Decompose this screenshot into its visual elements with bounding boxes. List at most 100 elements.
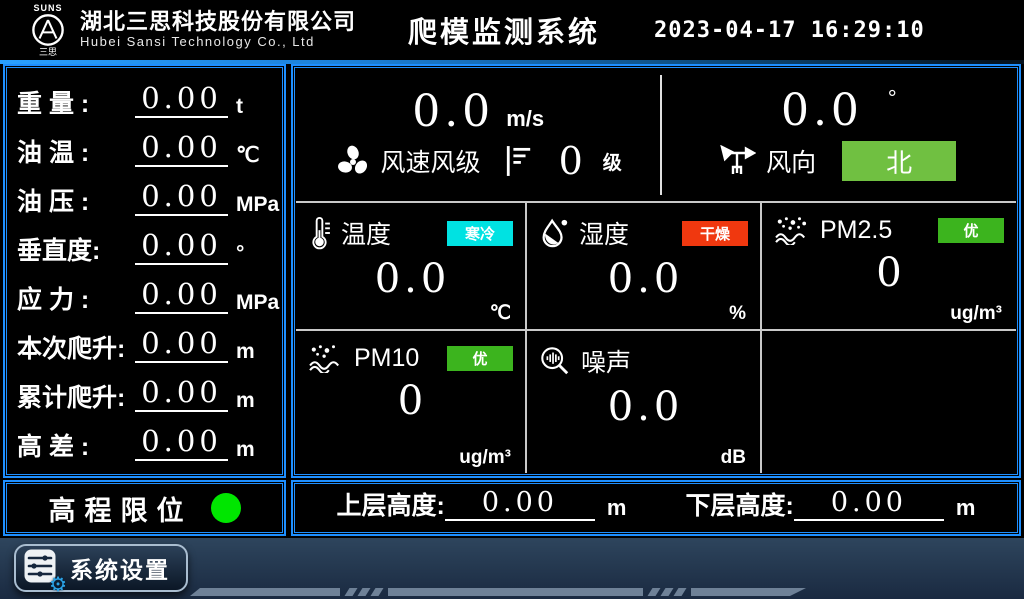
measurement-unit: m xyxy=(228,438,274,461)
pm25-cell: PM2.5 优 0 ug/m³ xyxy=(762,203,1016,331)
wind-section: 0.0 m/s 风速风级 xyxy=(296,69,1016,203)
elevation-limit-status-light xyxy=(211,493,241,523)
sensor-value: 0.0 xyxy=(539,259,752,299)
measurement-row-weight: 重 量 : 0.00 t xyxy=(17,74,274,123)
measurement-value: 0.00 xyxy=(135,329,228,363)
humidity-status-badge: 干燥 xyxy=(682,221,748,246)
measurement-unit: ℃ xyxy=(228,144,274,167)
upper-height-group: 上层高度: 0.00 m xyxy=(307,489,656,528)
lower-height-group: 下层高度: 0.00 m xyxy=(656,489,1005,528)
measurement-row-stress: 应 力 : 0.00 MPa xyxy=(17,270,274,319)
sensor-value: 0.0 xyxy=(539,387,752,427)
measurement-value: 0.00 xyxy=(135,84,228,118)
measurement-unit: t xyxy=(228,95,274,118)
system-settings-label: 系统设置 xyxy=(70,551,170,585)
measurement-unit: MPa xyxy=(228,291,274,314)
measurement-value: 0.00 xyxy=(135,378,228,412)
sensor-label: PM2.5 xyxy=(820,216,892,245)
measurement-label: 油 温 : xyxy=(17,140,135,168)
sensor-label: 温度 xyxy=(341,215,391,251)
wind-speed-label: 风速风级 xyxy=(381,143,481,179)
sensor-unit: ug/m³ xyxy=(459,447,511,469)
company-name-cn: 湖北三思科技股份有限公司 xyxy=(80,10,356,34)
measurement-label: 应 力 : xyxy=(17,287,135,315)
noise-icon xyxy=(539,345,571,377)
elevation-limit-label: 高程限位 xyxy=(49,489,193,528)
company-logo: SUNS 三思 xyxy=(24,4,72,57)
sensor-unit: ℃ xyxy=(490,302,511,325)
company-name-block: 湖北三思科技股份有限公司 Hubei Sansi Technology Co.,… xyxy=(80,10,356,50)
lower-height-unit: m xyxy=(956,496,976,520)
gear-icon: ⚙ xyxy=(49,574,67,594)
sensor-unit: % xyxy=(729,303,746,325)
fan-icon xyxy=(335,143,371,179)
lower-height-label: 下层高度: xyxy=(686,493,794,521)
measurement-label: 累计爬升: xyxy=(17,385,135,413)
sensor-value: 0.0 xyxy=(308,259,517,299)
dust-icon xyxy=(308,343,344,373)
lower-height-value: 0.00 xyxy=(794,489,944,521)
measurement-value: 0.00 xyxy=(135,427,228,461)
logo-bottom-text: 三思 xyxy=(39,48,57,57)
wind-speed-unit: m/s xyxy=(506,106,544,132)
measurement-row-height-diff: 高 差 : 0.00 m xyxy=(17,417,274,466)
measurement-row-verticality: 垂直度: 0.00 ° xyxy=(17,221,274,270)
wind-direction-button[interactable]: 北 xyxy=(842,141,956,181)
sensor-value: 0 xyxy=(308,381,517,421)
wind-level-unit: 级 xyxy=(603,148,622,175)
suns-circle-logo-icon xyxy=(31,13,65,47)
measurement-unit: MPa xyxy=(228,193,274,216)
wind-level-icon xyxy=(505,144,533,178)
sensor-grid: 温度 寒冷 0.0 ℃ 湿度 干燥 xyxy=(296,203,1016,473)
bottom-row: 高程限位 上层高度: 0.00 m 下层高度: 0.00 m xyxy=(3,480,1021,536)
measurement-label: 油 压 : xyxy=(17,189,135,217)
water-drop-icon xyxy=(539,217,569,249)
wind-level-value: 0 xyxy=(559,142,583,180)
pm10-cell: PM10 优 0 ug/m³ xyxy=(296,331,527,473)
measurement-value: 0.00 xyxy=(135,231,228,265)
measurement-row-total-climb: 累计爬升: 0.00 m xyxy=(17,368,274,417)
levels-height-box: 上层高度: 0.00 m 下层高度: 0.00 m xyxy=(291,480,1021,536)
sliders-gear-icon: ⚙ xyxy=(24,549,60,587)
elevation-limit-box: 高程限位 xyxy=(3,480,286,536)
measurements-panel: 重 量 : 0.00 t 油 温 : 0.00 ℃ 油 压 : 0.00 MPa… xyxy=(3,64,286,478)
sensor-unit: dB xyxy=(721,447,746,469)
sensor-value: 0 xyxy=(774,253,1008,293)
sensor-label: 湿度 xyxy=(579,215,629,251)
measurement-label: 高 差 : xyxy=(17,434,135,462)
measurement-unit: m xyxy=(228,340,274,363)
wind-speed-block: 0.0 m/s 风速风级 xyxy=(296,69,660,201)
measurement-row-oil-temp: 油 温 : 0.00 ℃ xyxy=(17,123,274,172)
upper-height-unit: m xyxy=(607,496,627,520)
pm10-status-badge: 优 xyxy=(447,346,513,371)
measurement-label: 本次爬升: xyxy=(17,336,135,364)
sensor-label: PM10 xyxy=(354,344,419,373)
wind-section-divider xyxy=(660,75,662,195)
measurement-value: 0.00 xyxy=(135,133,228,167)
upper-height-value: 0.00 xyxy=(445,489,595,521)
sensor-unit: ug/m³ xyxy=(950,303,1002,325)
wind-speed-value: 0.0 xyxy=(412,90,494,134)
header: SUNS 三思 湖北三思科技股份有限公司 Hubei Sansi Technol… xyxy=(0,0,1024,60)
footer-decoration-stripe xyxy=(190,588,806,596)
measurement-value: 0.00 xyxy=(135,280,228,314)
measurement-value: 0.00 xyxy=(135,182,228,216)
empty-cell xyxy=(762,331,1016,473)
wind-vane-icon xyxy=(720,145,756,177)
datetime-display: 2023-04-17 16:29:10 xyxy=(654,18,925,43)
system-settings-button[interactable]: ⚙ 系统设置 xyxy=(14,544,188,592)
thermometer-icon xyxy=(308,216,331,250)
company-name-en: Hubei Sansi Technology Co., Ltd xyxy=(80,34,356,50)
noise-cell: 噪声 0.0 dB xyxy=(527,331,762,473)
wind-direction-label: 风向 xyxy=(766,143,816,179)
pm25-status-badge: 优 xyxy=(938,218,1004,243)
wind-direction-value: 0.0 xyxy=(781,89,863,133)
sensor-label: 噪声 xyxy=(581,343,631,379)
wind-direction-block: 0.0 ° xyxy=(660,69,1016,201)
upper-height-label: 上层高度: xyxy=(337,493,445,521)
measurement-row-oil-pressure: 油 压 : 0.00 MPa xyxy=(17,172,274,221)
humidity-cell: 湿度 干燥 0.0 % xyxy=(527,203,762,331)
measurement-label: 垂直度: xyxy=(17,238,135,266)
wind-direction-unit: ° xyxy=(888,87,897,112)
measurement-unit: ° xyxy=(228,242,274,265)
